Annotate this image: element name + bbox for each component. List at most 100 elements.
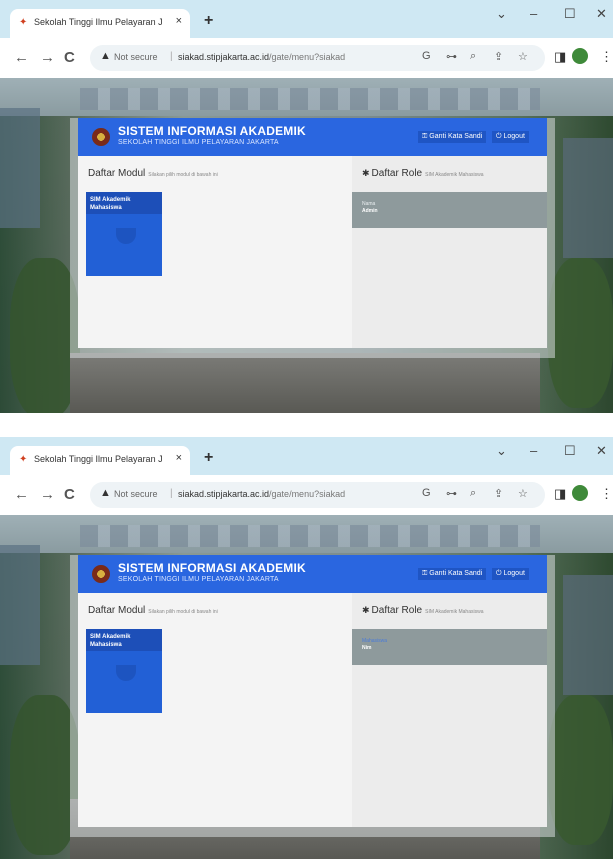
- reload-button[interactable]: C: [64, 486, 75, 503]
- role-item[interactable]: Nama Admin: [352, 192, 547, 228]
- roles-heading: ✱ Daftar Role SIM Akademik Mahasiswa: [362, 168, 483, 179]
- institution-logo: [92, 565, 110, 583]
- google-icon[interactable]: G: [422, 50, 431, 62]
- key-icon: ⚿: [422, 133, 428, 140]
- favicon-icon: ✦: [19, 17, 28, 28]
- profile-avatar[interactable]: [572, 48, 588, 64]
- screenshot-1: ✦ Sekolah Tinggi Ilmu Pelayaran Ja × + ⌄…: [0, 0, 613, 413]
- google-icon[interactable]: G: [422, 487, 431, 499]
- change-password-button[interactable]: ⚿ Ganti Kata Sandi: [418, 131, 487, 143]
- logout-button[interactable]: ⏻ Logout: [492, 568, 529, 580]
- share-icon[interactable]: ⇪: [494, 50, 503, 63]
- security-label[interactable]: Not secure: [114, 52, 158, 62]
- logout-button[interactable]: ⏻ Logout: [492, 131, 529, 143]
- modules-note: Silakan pilih modul di bawah ini: [148, 609, 218, 615]
- profile-avatar[interactable]: [572, 485, 588, 501]
- share-icon[interactable]: ⇪: [494, 487, 503, 500]
- address-bar[interactable]: ▲ Not secure | siakad.stipjakarta.ac.id/…: [90, 482, 545, 508]
- minimize-button[interactable]: –: [530, 443, 537, 458]
- campus-background: SISTEM INFORMASI AKADEMIK SEKOLAH TINGGI…: [0, 78, 613, 413]
- role-detail: Nim: [362, 645, 372, 651]
- roles-heading-text: Daftar Role: [371, 168, 423, 179]
- omnibox-divider: |: [170, 51, 173, 62]
- key-icon[interactable]: ⊶: [446, 487, 457, 500]
- zoom-icon[interactable]: ⌕: [470, 50, 476, 63]
- modules-section: Daftar Modul Silakan pilih modul di bawah…: [78, 156, 352, 348]
- minimize-button[interactable]: –: [530, 6, 537, 21]
- app-panel: SISTEM INFORMASI AKADEMIK SEKOLAH TINGGI…: [70, 118, 555, 358]
- zoom-icon[interactable]: ⌕: [470, 487, 476, 500]
- background-building-left: [0, 545, 40, 665]
- app-content: Daftar Modul Silakan pilih modul di bawah…: [78, 156, 547, 348]
- role-name: Mahasiswa: [362, 638, 388, 644]
- tab-search-icon[interactable]: ⌄: [496, 443, 507, 459]
- change-password-label: Ganti Kata Sandi: [429, 133, 483, 140]
- new-tab-button[interactable]: +: [204, 449, 213, 467]
- maximize-button[interactable]: ☐: [564, 443, 576, 459]
- background-courtyard: [70, 353, 540, 413]
- browser-toolbar: ← → C ▲ Not secure | siakad.stipjakarta.…: [0, 475, 613, 515]
- campus-background: SISTEM INFORMASI AKADEMIK SEKOLAH TINGGI…: [0, 515, 613, 859]
- key-icon[interactable]: ⊶: [446, 50, 457, 63]
- change-password-button[interactable]: ⚿ Ganti Kata Sandi: [418, 568, 487, 580]
- role-name: Nama: [362, 201, 376, 207]
- module-tile-label: SIM Akademik Mahasiswa: [90, 634, 131, 648]
- forward-button[interactable]: →: [40, 49, 55, 66]
- modules-heading: Daftar Modul Silakan pilih modul di bawah…: [88, 605, 218, 616]
- roles-heading: ✱ Daftar Role SIM Akademik Mahasiswa: [362, 605, 483, 616]
- power-icon: ⏻: [496, 133, 502, 140]
- module-tile-label: SIM Akademik Mahasiswa: [90, 197, 131, 211]
- maximize-button[interactable]: ☐: [564, 6, 576, 22]
- roles-note: SIM Akademik Mahasiswa: [425, 609, 484, 615]
- change-password-label: Ganti Kata Sandi: [429, 570, 483, 577]
- role-item[interactable]: Mahasiswa Nim: [352, 629, 547, 665]
- back-button[interactable]: ←: [14, 486, 29, 503]
- side-panel-icon[interactable]: ◨: [554, 486, 566, 502]
- logout-label: Logout: [503, 570, 525, 577]
- close-window-button[interactable]: ✕: [596, 6, 607, 22]
- close-window-button[interactable]: ✕: [596, 443, 607, 459]
- menu-kebab-icon[interactable]: ⋮: [600, 486, 613, 502]
- background-tree-right: [548, 258, 613, 408]
- tab-title: Sekolah Tinggi Ilmu Pelayaran Ja: [34, 17, 162, 27]
- app-title: SISTEM INFORMASI AKADEMIK: [118, 124, 306, 138]
- tab-search-icon[interactable]: ⌄: [496, 6, 507, 22]
- url-host: siakad.stipjakarta.ac.id: [178, 52, 270, 62]
- security-label[interactable]: Not secure: [114, 489, 158, 499]
- forward-button[interactable]: →: [40, 486, 55, 503]
- back-button[interactable]: ←: [14, 49, 29, 66]
- reload-button[interactable]: C: [64, 49, 75, 66]
- background-tree-right: [548, 695, 613, 845]
- app-header: SISTEM INFORMASI AKADEMIK SEKOLAH TINGGI…: [78, 118, 547, 156]
- bookmark-star-icon[interactable]: ☆: [518, 50, 528, 63]
- tab-close-icon[interactable]: ×: [176, 452, 182, 464]
- menu-kebab-icon[interactable]: ⋮: [600, 49, 613, 65]
- logout-label: Logout: [503, 133, 525, 140]
- power-icon: ⏻: [496, 570, 502, 577]
- side-panel-icon[interactable]: ◨: [554, 49, 566, 65]
- address-bar[interactable]: ▲ Not secure | siakad.stipjakarta.ac.id/…: [90, 45, 545, 71]
- background-buildings: [80, 88, 540, 110]
- url-text[interactable]: siakad.stipjakarta.ac.id/gate/menu?siaka…: [178, 489, 345, 499]
- url-text[interactable]: siakad.stipjakarta.ac.id/gate/menu?siaka…: [178, 52, 345, 62]
- background-building-right: [563, 575, 613, 695]
- url-host: siakad.stipjakarta.ac.id: [178, 489, 270, 499]
- screenshot-2: ✦ Sekolah Tinggi Ilmu Pelayaran Ja × + ⌄…: [0, 437, 613, 859]
- tab-close-icon[interactable]: ×: [176, 15, 182, 27]
- app-header: SISTEM INFORMASI AKADEMIK SEKOLAH TINGGI…: [78, 555, 547, 593]
- browser-tab[interactable]: ✦ Sekolah Tinggi Ilmu Pelayaran Ja ×: [10, 446, 190, 476]
- new-tab-button[interactable]: +: [204, 12, 213, 30]
- bookmark-star-icon[interactable]: ☆: [518, 487, 528, 500]
- role-icon: ✱: [362, 605, 370, 615]
- url-path: /gate/menu?siakad: [269, 52, 346, 62]
- app-title: SISTEM INFORMASI AKADEMIK: [118, 561, 306, 575]
- institution-logo: [92, 128, 110, 146]
- key-icon: ⚿: [422, 570, 428, 577]
- omnibox-divider: |: [170, 488, 173, 499]
- app-content: Daftar Modul Silakan pilih modul di bawah…: [78, 593, 547, 827]
- roles-section: ✱ Daftar Role SIM Akademik Mahasiswa Mahas…: [352, 593, 547, 827]
- module-tile-sim-akademik[interactable]: SIM Akademik Mahasiswa: [86, 192, 162, 276]
- background-building-left: [0, 108, 40, 228]
- browser-tab[interactable]: ✦ Sekolah Tinggi Ilmu Pelayaran Ja ×: [10, 9, 190, 39]
- module-tile-sim-akademik[interactable]: SIM Akademik Mahasiswa: [86, 629, 162, 713]
